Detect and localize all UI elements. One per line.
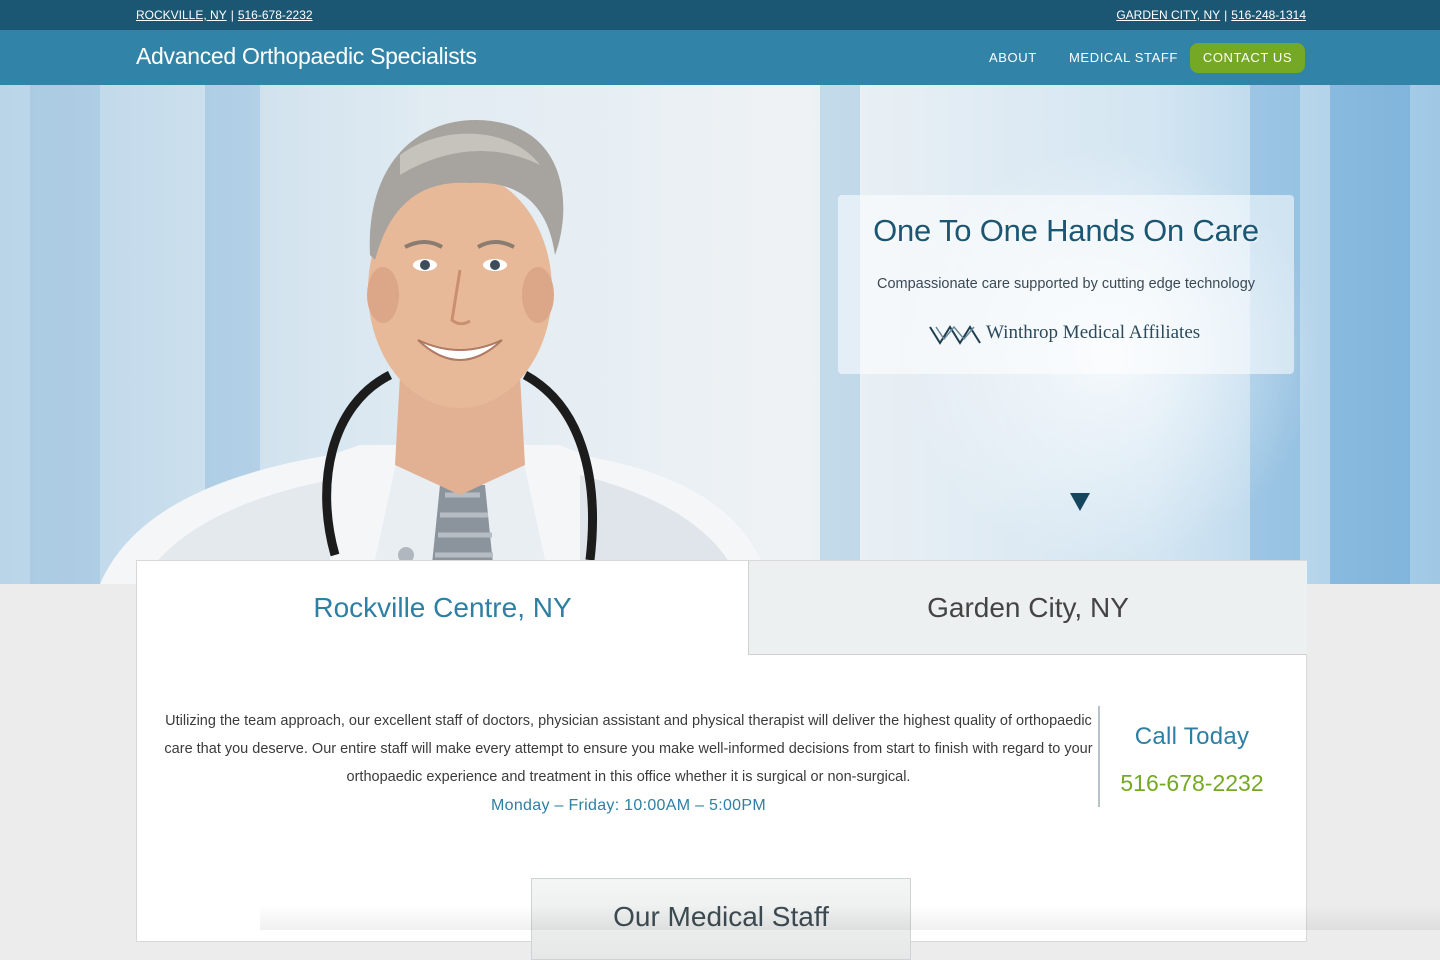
separator: | [1224, 8, 1228, 22]
tab-garden-city[interactable]: Garden City, NY [748, 561, 1307, 655]
separator: | [230, 8, 234, 22]
main-navbar: Advanced Orthopaedic Specialists ABOUT M… [0, 30, 1440, 85]
hero-callout: One To One Hands On Care Compassionate c… [838, 195, 1294, 374]
hero-banner: One To One Hands On Care Compassionate c… [0, 85, 1440, 584]
background-column [30, 85, 100, 584]
medical-staff-heading: Our Medical Staff [613, 901, 829, 932]
hero-title: One To One Hands On Care [873, 213, 1259, 248]
garden-city-phone-link[interactable]: 516-248-1314 [1231, 8, 1306, 22]
call-today-label: Call Today [1134, 723, 1250, 750]
call-phone-number[interactable]: 516-678-2232 [1100, 770, 1284, 797]
doctor-photo [100, 120, 770, 584]
nav-medical-staff-link[interactable]: MEDICAL STAFF [1069, 50, 1178, 65]
winthrop-logo-text: Winthrop Medical Affiliates [986, 322, 1201, 343]
garden-city-contact: GARDEN CITY, NY | 516-248-1314 [1116, 8, 1306, 22]
rockville-contact: ROCKVILLE, NY | 516-678-2232 [136, 8, 313, 22]
hero-subtitle: Compassionate care supported by cutting … [876, 276, 1256, 292]
winthrop-logo: Winthrop Medical Affiliates [928, 321, 1208, 347]
rockville-phone-link[interactable]: 516-678-2232 [238, 8, 313, 22]
practice-description: Utilizing the team approach, our excelle… [164, 713, 1093, 785]
winthrop-wave-icon [929, 325, 981, 345]
office-hours: Monday – Friday: 10:00AM – 5:00PM [491, 797, 766, 814]
top-contact-bar: ROCKVILLE, NY | 516-678-2232 GARDEN CITY, … [0, 0, 1440, 30]
location-panel: Rockville Centre, NY Garden City, NY Uti… [136, 560, 1307, 960]
nav-about-link[interactable]: ABOUT [989, 50, 1037, 65]
contact-us-button[interactable]: CONTACT US [1190, 43, 1305, 73]
site-brand[interactable]: Advanced Orthopaedic Specialists [136, 43, 477, 70]
background-column [1330, 85, 1410, 584]
medical-staff-heading-box: Our Medical Staff [531, 878, 911, 960]
tab-rockville-centre[interactable]: Rockville Centre, NY [137, 561, 748, 654]
triangle-down-icon[interactable] [1070, 493, 1090, 511]
rockville-city-link[interactable]: ROCKVILLE, NY [136, 8, 227, 22]
garden-city-link[interactable]: GARDEN CITY, NY [1116, 8, 1220, 22]
